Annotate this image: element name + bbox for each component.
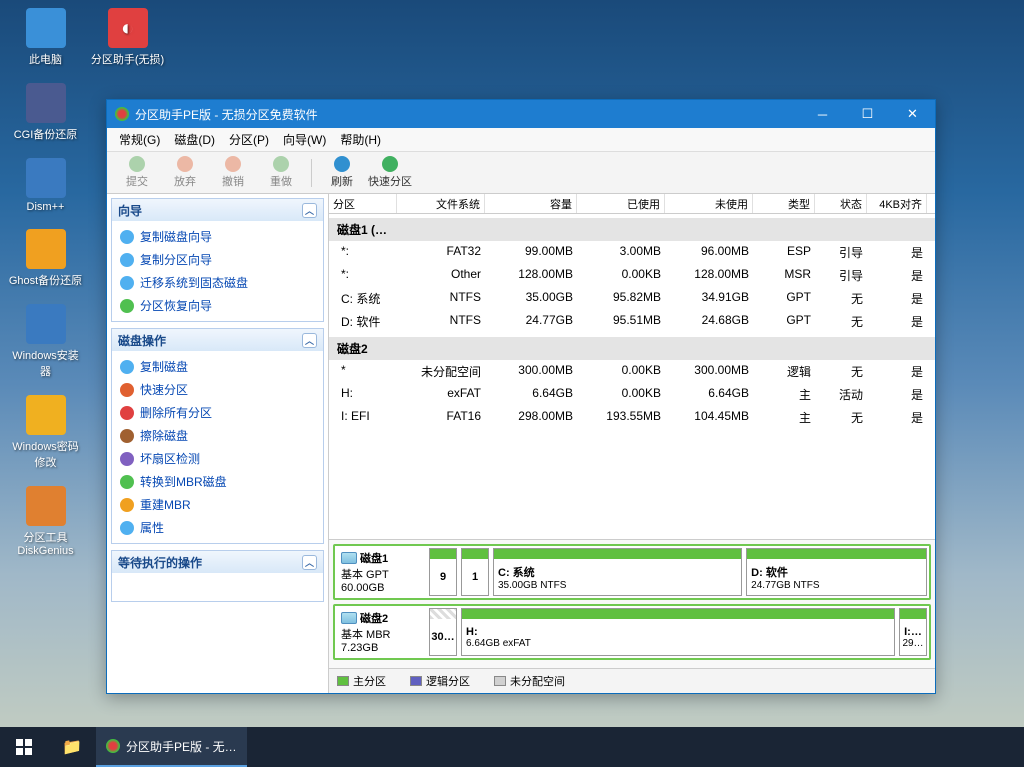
legend-item: 逻辑分区 [410, 673, 470, 689]
panel-header[interactable]: 磁盘操作︿ [112, 329, 323, 351]
menu-item[interactable]: 向导(W) [277, 129, 332, 150]
main-area: 分区文件系统容量已使用未使用类型状态4KB对齐 磁盘1 (…*:FAT3299.… [329, 194, 935, 693]
partition-block[interactable]: D: 软件24.77GB NTFS [746, 548, 927, 596]
partition-block[interactable]: 1 [461, 548, 489, 596]
menu-item[interactable]: 帮助(H) [334, 129, 387, 150]
panel-item[interactable]: 删除所有分区 [114, 401, 321, 424]
grid-header: 分区文件系统容量已使用未使用类型状态4KB对齐 [329, 194, 935, 214]
app-icon [115, 107, 129, 121]
disk-header[interactable]: 磁盘2 [329, 337, 935, 360]
table-row[interactable]: *:Other128.00MB0.00KB128.00MBMSR引导是 [329, 264, 935, 287]
toolbar-快速分区[interactable]: 快速分区 [366, 154, 414, 192]
toolbar-撤销: 撤销 [209, 154, 257, 192]
app-icon [106, 739, 120, 753]
toolbar-放弃: 放弃 [161, 154, 209, 192]
chevron-up-icon[interactable]: ︿ [302, 203, 317, 218]
toolbar: 提交放弃撤销重做刷新快速分区 [107, 152, 935, 194]
table-row[interactable]: H:exFAT6.64GB0.00KB6.64GB主活动是 [329, 383, 935, 406]
partition-block[interactable]: H:6.64GB exFAT [461, 608, 895, 656]
column-header[interactable]: 4KB对齐 [867, 194, 927, 213]
menubar: 常规(G)磁盘(D)分区(P)向导(W)帮助(H) [107, 128, 935, 152]
partition-block[interactable]: 30… [429, 608, 457, 656]
table-row[interactable]: D: 软件NTFS24.77GB95.51MB24.68GBGPT无是 [329, 310, 935, 333]
toolbar-重做: 重做 [257, 154, 305, 192]
diskmap: 磁盘1基本 GPT60.00GB91C: 系统35.00GB NTFSD: 软件… [333, 544, 931, 600]
panel-item[interactable]: 重建MBR [114, 493, 321, 516]
desktop-icon[interactable]: CGI备份还原 [8, 83, 83, 142]
table-row[interactable]: I: EFIFAT16298.00MB193.55MB104.45MB主无是 [329, 406, 935, 429]
sidebar: 向导︿ 复制磁盘向导复制分区向导迁移系统到固态磁盘分区恢复向导 磁盘操作︿ 复制… [107, 194, 329, 693]
column-header[interactable]: 分区 [329, 194, 397, 213]
partition-block[interactable]: 9 [429, 548, 457, 596]
column-header[interactable]: 文件系统 [397, 194, 485, 213]
chevron-up-icon[interactable]: ︿ [302, 555, 317, 570]
column-header[interactable]: 状态 [815, 194, 867, 213]
table-row[interactable]: C: 系统NTFS35.00GB95.82MB34.91GBGPT无是 [329, 287, 935, 310]
diskops-panel: 磁盘操作︿ 复制磁盘快速分区删除所有分区擦除磁盘坏扇区检测转换到MBR磁盘重建M… [111, 328, 324, 544]
partition-block[interactable]: I:…29… [899, 608, 927, 656]
panel-header[interactable]: 等待执行的操作︿ [112, 551, 323, 573]
taskbar-explorer-icon[interactable]: 📁 [48, 727, 96, 767]
panel-item[interactable]: 分区恢复向导 [114, 294, 321, 317]
panel-header[interactable]: 向导︿ [112, 199, 323, 221]
panel-item[interactable]: 迁移系统到固态磁盘 [114, 271, 321, 294]
column-header[interactable]: 容量 [485, 194, 577, 213]
titlebar[interactable]: 分区助手PE版 - 无损分区免费软件 ─ ☐ ✕ [107, 100, 935, 128]
taskbar-task[interactable]: 分区助手PE版 - 无… [96, 727, 247, 767]
legend-item: 未分配空间 [494, 673, 565, 689]
menu-item[interactable]: 分区(P) [223, 129, 275, 150]
pending-panel: 等待执行的操作︿ [111, 550, 324, 602]
desktop-icon[interactable]: Ghost备份还原 [8, 229, 83, 288]
start-button[interactable] [0, 727, 48, 767]
maximize-button[interactable]: ☐ [845, 100, 890, 128]
menu-item[interactable]: 磁盘(D) [168, 129, 221, 150]
partition-block[interactable]: C: 系统35.00GB NTFS [493, 548, 742, 596]
desktop-icon[interactable]: 分区工具DiskGenius [8, 486, 83, 557]
desktop-icon[interactable]: Windows密码修改 [8, 395, 83, 470]
panel-item[interactable]: 坏扇区检测 [114, 447, 321, 470]
legend-item: 主分区 [337, 673, 386, 689]
diskmap: 磁盘2基本 MBR7.23GB30…H:6.64GB exFATI:…29… [333, 604, 931, 660]
panel-item[interactable]: 擦除磁盘 [114, 424, 321, 447]
menu-item[interactable]: 常规(G) [113, 129, 166, 150]
disk-header[interactable]: 磁盘1 (… [329, 218, 935, 241]
grid-body: 磁盘1 (…*:FAT3299.00MB3.00MB96.00MBESP引导是*… [329, 214, 935, 539]
chevron-up-icon[interactable]: ︿ [302, 333, 317, 348]
toolbar-提交: 提交 [113, 154, 161, 192]
close-button[interactable]: ✕ [890, 100, 935, 128]
window-title: 分区助手PE版 - 无损分区免费软件 [135, 106, 318, 123]
legend: 主分区 逻辑分区 未分配空间 [329, 668, 935, 693]
desktop-icon[interactable]: Windows安装器 [8, 304, 83, 379]
panel-item[interactable]: 属性 [114, 516, 321, 539]
table-row[interactable]: *:FAT3299.00MB3.00MB96.00MBESP引导是 [329, 241, 935, 264]
app-window: 分区助手PE版 - 无损分区免费软件 ─ ☐ ✕ 常规(G)磁盘(D)分区(P)… [106, 99, 936, 694]
desktop-icon[interactable]: Dism++ [8, 158, 83, 213]
table-row[interactable]: *未分配空间300.00MB0.00KB300.00MB逻辑无是 [329, 360, 935, 383]
panel-item[interactable]: 转换到MBR磁盘 [114, 470, 321, 493]
column-header[interactable]: 已使用 [577, 194, 665, 213]
minimize-button[interactable]: ─ [800, 100, 845, 128]
diskmap-area: 磁盘1基本 GPT60.00GB91C: 系统35.00GB NTFSD: 软件… [329, 539, 935, 668]
column-header[interactable]: 未使用 [665, 194, 753, 213]
desktop-icon[interactable]: ◐ 分区助手(无损) [90, 8, 165, 67]
panel-item[interactable]: 复制磁盘向导 [114, 225, 321, 248]
wizard-panel: 向导︿ 复制磁盘向导复制分区向导迁移系统到固态磁盘分区恢复向导 [111, 198, 324, 322]
panel-item[interactable]: 复制分区向导 [114, 248, 321, 271]
taskbar: 📁 分区助手PE版 - 无… [0, 727, 1024, 767]
column-header[interactable]: 类型 [753, 194, 815, 213]
panel-item[interactable]: 复制磁盘 [114, 355, 321, 378]
desktop-icon[interactable]: 此电脑 [8, 8, 83, 67]
toolbar-刷新[interactable]: 刷新 [318, 154, 366, 192]
panel-item[interactable]: 快速分区 [114, 378, 321, 401]
